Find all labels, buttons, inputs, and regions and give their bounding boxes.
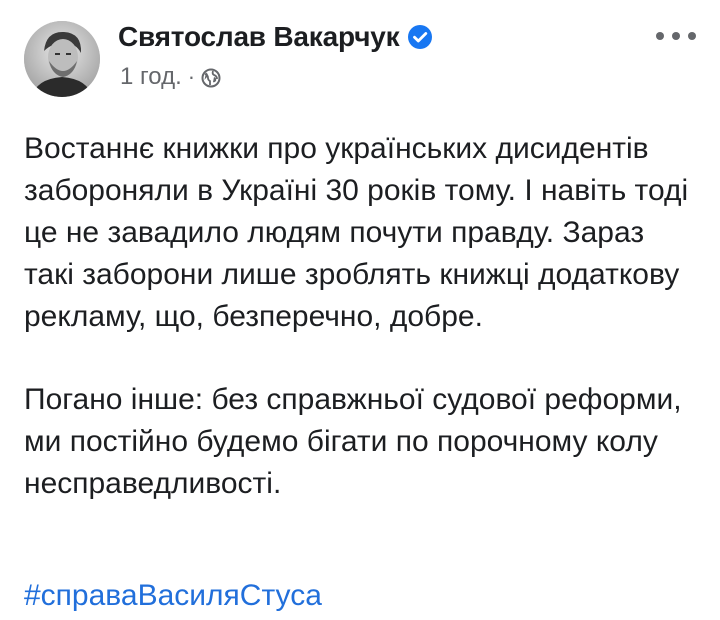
hashtag-link[interactable]: #справаВасиляСтуса: [24, 578, 322, 614]
meta-separator: ·: [187, 64, 196, 89]
author-name[interactable]: Святослав Вакарчук: [118, 21, 400, 53]
post-timestamp[interactable]: 1 год.: [120, 63, 182, 91]
post-meta: 1 год. ·: [120, 62, 221, 92]
author-row: Святослав Вакарчук: [118, 20, 433, 54]
author-avatar[interactable]: [24, 21, 100, 97]
post-paragraph: Погано інше: без справжньої судової рефо…: [24, 383, 682, 500]
more-dot: [672, 32, 680, 40]
verified-badge-icon: [407, 24, 433, 50]
post-paragraph: Востаннє книжки про українських дисидент…: [24, 132, 689, 333]
globe-icon[interactable]: [201, 67, 221, 88]
post-body: Востаннє книжки про українських дисидент…: [24, 128, 694, 546]
more-dot: [656, 32, 664, 40]
more-dot: [688, 32, 696, 40]
avatar-photo: [24, 21, 100, 97]
facebook-post: Святослав Вакарчук 1 год. · Востаннє кни…: [0, 0, 720, 620]
more-options-icon[interactable]: [656, 26, 696, 46]
